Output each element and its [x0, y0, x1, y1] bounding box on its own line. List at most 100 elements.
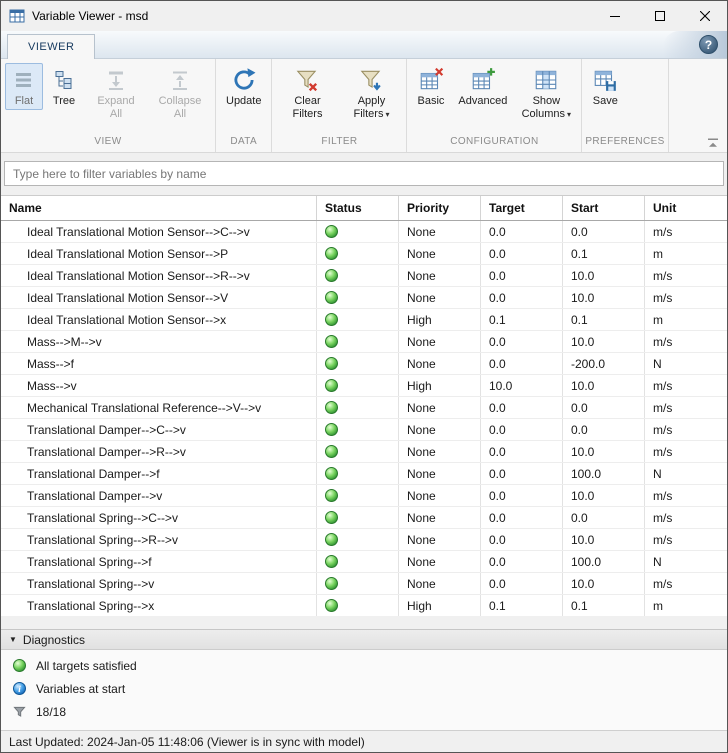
collapse-toolstrip-button[interactable]	[705, 136, 721, 149]
table-row[interactable]: Translational Spring-->C-->vNone0.00.0m/…	[1, 507, 727, 529]
expand-all-button[interactable]: Expand All	[85, 63, 147, 123]
help-button[interactable]: ?	[699, 35, 718, 54]
status-ok-icon	[325, 555, 338, 568]
table-row[interactable]: Translational Spring-->xHigh0.10.1m	[1, 595, 727, 616]
start-cell: 0.1	[563, 309, 645, 330]
table-row[interactable]: Translational Spring-->vNone0.010.0m/s	[1, 573, 727, 595]
table-row[interactable]: Ideal Translational Motion Sensor-->C-->…	[1, 221, 727, 243]
column-header-status[interactable]: Status	[317, 196, 399, 220]
column-header-target[interactable]: Target	[481, 196, 563, 220]
name-cell: Ideal Translational Motion Sensor-->V	[1, 287, 317, 308]
name-cell: Mass-->v	[1, 375, 317, 396]
column-header-priority[interactable]: Priority	[399, 196, 481, 220]
table-row[interactable]: Mass-->M-->vNone0.010.0m/s	[1, 331, 727, 353]
clear-filters-button[interactable]: Clear Filters	[276, 63, 338, 123]
expand-all-icon	[103, 67, 129, 93]
tab-viewer-label: VIEWER	[28, 41, 74, 53]
filter-input[interactable]	[4, 161, 724, 186]
table-row[interactable]: Ideal Translational Motion Sensor-->R-->…	[1, 265, 727, 287]
variables-table: NameStatusPriorityTargetStartUnitIdeal T…	[1, 195, 727, 616]
table-row[interactable]: Ideal Translational Motion Sensor-->xHig…	[1, 309, 727, 331]
status-ok-icon	[325, 357, 338, 370]
column-header-name[interactable]: Name	[1, 196, 317, 220]
tree-button-label: Tree	[53, 95, 75, 108]
status-cell	[317, 243, 399, 264]
save-button-label: Save	[593, 95, 618, 108]
update-button[interactable]: Update	[220, 63, 267, 110]
variable-viewer-window: Variable Viewer - msd VIEWER ?	[0, 0, 728, 753]
table-row[interactable]: Translational Spring-->fNone0.0100.0N	[1, 551, 727, 573]
diagnostics-panel: All targets satisfied i Variables at sta…	[1, 650, 727, 730]
name-cell: Mass-->f	[1, 353, 317, 374]
name-cell: Translational Spring-->f	[1, 551, 317, 572]
unit-cell: m	[645, 243, 727, 264]
target-cell: 0.0	[481, 243, 563, 264]
update-refresh-icon	[231, 67, 257, 93]
target-cell: 0.0	[481, 265, 563, 286]
tree-button[interactable]: Tree	[45, 63, 83, 110]
target-cell: 0.0	[481, 397, 563, 418]
priority-cell: None	[399, 463, 481, 484]
table-row[interactable]: Mass-->fNone0.0-200.0N	[1, 353, 727, 375]
status-ok-icon	[325, 533, 338, 546]
status-cell	[317, 221, 399, 242]
table-row[interactable]: Translational Damper-->vNone0.010.0m/s	[1, 485, 727, 507]
column-header-unit[interactable]: Unit	[645, 196, 727, 220]
table-row[interactable]: Translational Damper-->R-->vNone0.010.0m…	[1, 441, 727, 463]
target-cell: 0.0	[481, 419, 563, 440]
table-row[interactable]: Translational Damper-->C-->vNone0.00.0m/…	[1, 419, 727, 441]
priority-cell: None	[399, 485, 481, 506]
advanced-button[interactable]: Advanced	[452, 63, 513, 110]
start-cell: 10.0	[563, 573, 645, 594]
target-cell: 0.0	[481, 331, 563, 352]
table-row[interactable]: Translational Damper-->fNone0.0100.0N	[1, 463, 727, 485]
close-button[interactable]	[682, 1, 727, 31]
unit-cell: m/s	[645, 507, 727, 528]
collapse-all-button-label: Collapse All	[155, 95, 205, 121]
table-bottom-spacer	[1, 616, 727, 629]
table-row[interactable]: Translational Spring-->R-->vNone0.010.0m…	[1, 529, 727, 551]
target-cell: 0.0	[481, 221, 563, 242]
tab-viewer[interactable]: VIEWER	[7, 34, 95, 59]
priority-cell: None	[399, 507, 481, 528]
target-cell: 0.0	[481, 485, 563, 506]
basic-button[interactable]: Basic	[411, 63, 450, 110]
start-cell: 10.0	[563, 331, 645, 352]
table-row[interactable]: Mass-->vHigh10.010.0m/s	[1, 375, 727, 397]
maximize-button[interactable]	[637, 1, 682, 31]
show-columns-button[interactable]: Show Columns▾	[515, 63, 577, 123]
start-cell: 10.0	[563, 265, 645, 286]
status-cell	[317, 397, 399, 418]
name-cell: Translational Damper-->f	[1, 463, 317, 484]
apply-filters-button[interactable]: Apply Filters▾	[340, 63, 402, 123]
table-row[interactable]: Ideal Translational Motion Sensor-->PNon…	[1, 243, 727, 265]
toolbar-group-filter: Clear Filters Apply Filters▾ FILTER	[272, 59, 407, 152]
status-cell	[317, 595, 399, 616]
minimize-button[interactable]	[592, 1, 637, 31]
target-cell: 0.0	[481, 507, 563, 528]
diagnostic-label: Variables at start	[36, 682, 125, 696]
status-ok-icon	[325, 445, 338, 458]
collapse-toolstrip-icon	[707, 138, 719, 148]
save-button[interactable]: Save	[586, 63, 624, 110]
name-cell: Translational Spring-->x	[1, 595, 317, 616]
chevron-down-icon: ▾	[567, 110, 571, 119]
toolbar-group-label-configuration: CONFIGURATION	[410, 136, 578, 152]
status-ok-icon	[325, 225, 338, 238]
diagnostics-title: Diagnostics	[23, 633, 85, 647]
target-cell: 0.1	[481, 595, 563, 616]
table-row[interactable]: Ideal Translational Motion Sensor-->VNon…	[1, 287, 727, 309]
show-columns-button-label: Show Columns▾	[521, 95, 571, 121]
name-cell: Ideal Translational Motion Sensor-->C-->…	[1, 221, 317, 242]
status-cell	[317, 265, 399, 286]
collapse-all-button[interactable]: Collapse All	[149, 63, 211, 123]
table-row[interactable]: Mechanical Translational Reference-->V--…	[1, 397, 727, 419]
diagnostics-header[interactable]: ▼ Diagnostics	[1, 629, 727, 650]
clear-filters-button-label: Clear Filters	[282, 95, 332, 121]
status-ok-icon	[325, 511, 338, 524]
titlebar[interactable]: Variable Viewer - msd	[1, 1, 727, 31]
flat-button[interactable]: Flat	[5, 63, 43, 110]
column-header-start[interactable]: Start	[563, 196, 645, 220]
priority-cell: None	[399, 221, 481, 242]
table-header-row: NameStatusPriorityTargetStartUnit	[1, 196, 727, 221]
